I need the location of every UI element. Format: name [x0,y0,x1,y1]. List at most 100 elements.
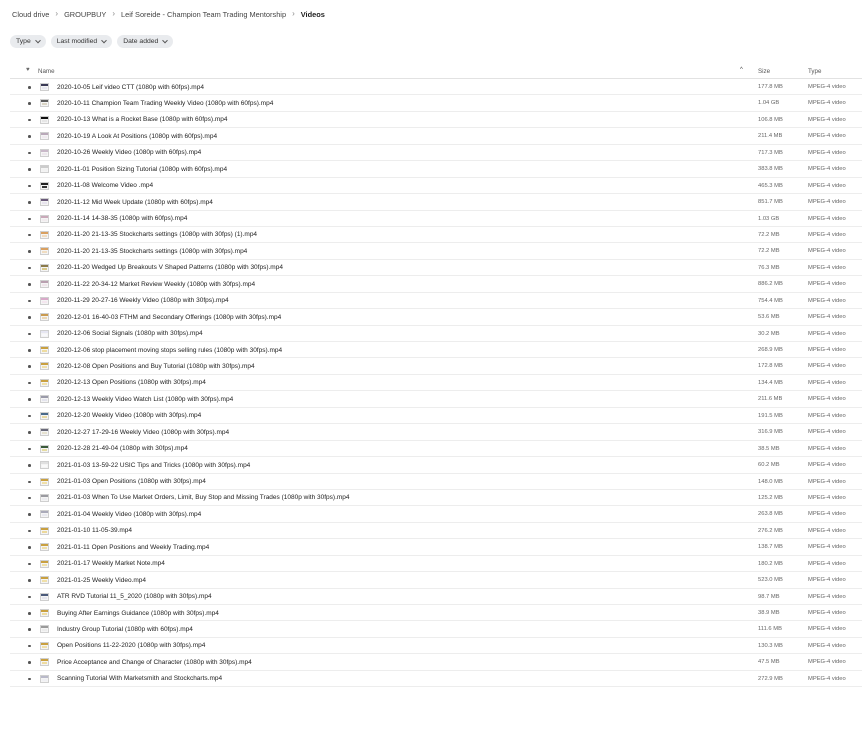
table-row[interactable]: 2020-10-11 Champion Team Trading Weekly … [10,95,862,112]
column-header-size[interactable]: Size [758,68,770,75]
table-row[interactable]: Price Acceptance and Change of Character… [10,654,862,671]
table-row[interactable]: 2020-12-08 Open Positions and Buy Tutori… [10,358,862,375]
file-type: MPEG-4 video [808,182,846,189]
file-name[interactable]: Industry Group Tutorial (1080p with 60fp… [57,626,193,633]
table-row[interactable]: 2020-11-20 Wedged Up Breakouts V Shaped … [10,260,862,277]
file-name[interactable]: 2020-11-29 20-27-16 Weekly Video (1080p … [57,297,229,304]
file-name[interactable]: 2020-12-13 Weekly Video Watch List (1080… [57,396,233,403]
file-name[interactable]: 2020-11-20 21-13-35 Stockcharts settings… [57,248,247,255]
file-name[interactable]: 2020-11-22 20-34-12 Market Review Weekly… [57,281,255,288]
table-row[interactable]: 2021-01-11 Open Positions and Weekly Tra… [10,539,862,556]
breadcrumb-cloud-drive[interactable]: Cloud drive [12,10,49,19]
table-row[interactable]: 2020-12-27 17-29-16 Weekly Video (1080p … [10,424,862,441]
row-status-dot [28,349,31,352]
file-name[interactable]: 2021-01-25 Weekly Video.mp4 [57,577,146,584]
filter-last-modified-button[interactable]: Last modified [50,35,113,48]
file-name[interactable]: 2020-11-12 Mid Week Update (1080p with 6… [57,199,213,206]
file-name[interactable]: 2020-10-05 Leif video CTT (1080p with 60… [57,84,204,91]
file-name[interactable]: 2020-10-13 What is a Rocket Base (1080p … [57,116,228,123]
file-name[interactable]: 2020-11-08 Welcome Video .mp4 [57,182,153,189]
row-status-dot [28,480,31,483]
file-name[interactable]: 2020-12-06 stop placement moving stops s… [57,347,282,354]
file-size: 53.6 MB [758,314,780,321]
table-row[interactable]: 2020-11-29 20-27-16 Weekly Video (1080p … [10,293,862,310]
file-name[interactable]: 2020-10-11 Champion Team Trading Weekly … [57,100,273,107]
table-row[interactable]: 2020-11-01 Position Sizing Tutorial (108… [10,161,862,178]
file-name[interactable]: 2021-01-10 11-05-39.mp4 [57,527,132,534]
file-name[interactable]: 2020-12-20 Weekly Video (1080p with 30fp… [57,412,201,419]
table-row[interactable]: 2020-12-06 stop placement moving stops s… [10,342,862,359]
filter-date-added-button[interactable]: Date added [117,35,174,48]
table-row[interactable]: 2021-01-03 13-59-22 USIC Tips and Tricks… [10,457,862,474]
table-row[interactable]: Scanning Tutorial With Marketsmith and S… [10,671,862,688]
file-name[interactable]: 2021-01-17 Weekly Market Note.mp4 [57,560,165,567]
table-row[interactable]: 2021-01-04 Weekly Video (1080p with 30fp… [10,506,862,523]
video-thumbnail-icon [40,83,49,91]
table-row[interactable]: 2020-12-13 Weekly Video Watch List (1080… [10,391,862,408]
breadcrumb-groupbuy[interactable]: GROUPBUY [64,10,106,19]
file-type: MPEG-4 video [808,593,846,600]
table-row[interactable]: 2020-11-22 20-34-12 Market Review Weekly… [10,276,862,293]
file-name[interactable]: 2020-11-14 14-38-35 (1080p with 60fps).m… [57,215,187,222]
table-row[interactable]: 2020-10-19 A Look At Positions (1080p wi… [10,128,862,145]
file-name[interactable]: 2020-11-20 21-13-35 Stockcharts settings… [57,231,257,238]
table-row[interactable]: 2020-12-01 16-40-03 FTHM and Secondary O… [10,309,862,326]
table-row[interactable]: 2020-12-20 Weekly Video (1080p with 30fp… [10,408,862,425]
file-name[interactable]: ATR RVD Tutorial 11_5_2020 (1080p with 3… [57,593,212,600]
file-name[interactable]: Scanning Tutorial With Marketsmith and S… [57,675,222,682]
video-thumbnail-icon [40,263,49,272]
table-row[interactable]: 2020-10-26 Weekly Video (1080p with 60fp… [10,145,862,162]
row-status-dot [28,529,31,533]
table-row[interactable]: 2020-11-20 21-13-35 Stockcharts settings… [10,227,862,244]
table-row[interactable]: 2020-10-13 What is a Rocket Base (1080p … [10,112,862,129]
file-name[interactable]: 2020-12-13 Open Positions (1080p with 30… [57,379,206,386]
table-row[interactable]: 2021-01-03 When To Use Market Orders, Li… [10,490,862,507]
favourite-column-icon[interactable]: ♥ [26,67,30,73]
file-name[interactable]: 2020-12-06 Social Signals (1080p with 30… [57,330,203,337]
column-header-type[interactable]: Type [808,68,821,75]
file-name[interactable]: 2021-01-03 Open Positions (1080p with 30… [57,478,206,485]
file-name[interactable]: 2021-01-11 Open Positions and Weekly Tra… [57,544,209,551]
file-name[interactable]: 2020-12-27 17-29-16 Weekly Video (1080p … [57,429,229,436]
file-name[interactable]: 2020-12-01 16-40-03 FTHM and Secondary O… [57,314,281,321]
sort-ascending-icon[interactable]: ^ [740,67,743,73]
filter-type-button[interactable]: Type [10,35,46,48]
table-row[interactable]: 2020-10-05 Leif video CTT (1080p with 60… [10,79,862,96]
file-size: 717.3 MB [758,149,783,156]
file-name[interactable]: 2020-12-28 21-49-04 (1080p with 30fps).m… [57,445,188,452]
file-name[interactable]: 2020-10-19 A Look At Positions (1080p wi… [57,133,217,140]
file-name[interactable]: Buying After Earnings Guidance (1080p wi… [57,610,219,617]
file-type: MPEG-4 video [808,494,846,501]
file-name[interactable]: 2020-12-08 Open Positions and Buy Tutori… [57,363,255,370]
file-name[interactable]: 2020-11-20 Wedged Up Breakouts V Shaped … [57,264,283,271]
file-name[interactable]: 2021-01-03 13-59-22 USIC Tips and Tricks… [57,462,250,469]
video-thumbnail-icon [40,658,49,667]
file-name[interactable]: Open Positions 11-22-2020 (1080p with 30… [57,642,205,649]
table-row[interactable]: 2021-01-10 11-05-39.mp4 276.2 MB MPEG-4 vi… [10,523,862,540]
column-header-name[interactable]: Name [38,68,55,75]
file-name[interactable]: 2020-10-26 Weekly Video (1080p with 60fp… [57,149,201,156]
table-row[interactable]: 2020-11-20 21-13-35 Stockcharts settings… [10,243,862,260]
table-row[interactable]: 2020-12-06 Social Signals (1080p with 30… [10,326,862,342]
table-row[interactable]: 2021-01-25 Weekly Video.mp4 523.0 MB MPEG-… [10,572,862,589]
file-size: 138.7 MB [758,544,783,551]
table-row[interactable]: Buying After Earnings Guidance (1080p wi… [10,605,862,622]
table-row[interactable]: Open Positions 11-22-2020 (1080p with 30… [10,638,862,655]
table-row[interactable]: 2020-12-13 Open Positions (1080p with 30… [10,375,862,392]
file-name[interactable]: 2020-11-01 Position Sizing Tutorial (108… [57,166,227,173]
file-name[interactable]: Price Acceptance and Change of Character… [57,659,252,666]
row-status-dot [28,612,31,615]
table-row[interactable]: ATR RVD Tutorial 11_5_2020 (1080p with 3… [10,589,862,605]
breadcrumb-course-folder[interactable]: Leif Soreide - Champion Team Trading Men… [121,10,286,19]
file-name[interactable]: 2021-01-03 When To Use Market Orders, Li… [57,494,350,501]
table-row[interactable]: 2021-01-17 Weekly Market Note.mp4 180.2 M… [10,556,862,573]
file-name[interactable]: 2021-01-04 Weekly Video (1080p with 30fp… [57,511,201,518]
table-row[interactable]: 2021-01-03 Open Positions (1080p with 30… [10,474,862,490]
row-status-dot [28,118,31,122]
table-row[interactable]: Industry Group Tutorial (1080p with 60fp… [10,621,862,638]
file-type: MPEG-4 video [808,116,846,123]
table-row[interactable]: 2020-11-08 Welcome Video .mp4 465.3 MB MPE… [10,178,862,195]
table-row[interactable]: 2020-12-28 21-49-04 (1080p with 30fps).m… [10,441,862,458]
table-row[interactable]: 2020-11-14 14-38-35 (1080p with 60fps).m… [10,211,862,227]
table-row[interactable]: 2020-11-12 Mid Week Update (1080p with 6… [10,194,862,211]
